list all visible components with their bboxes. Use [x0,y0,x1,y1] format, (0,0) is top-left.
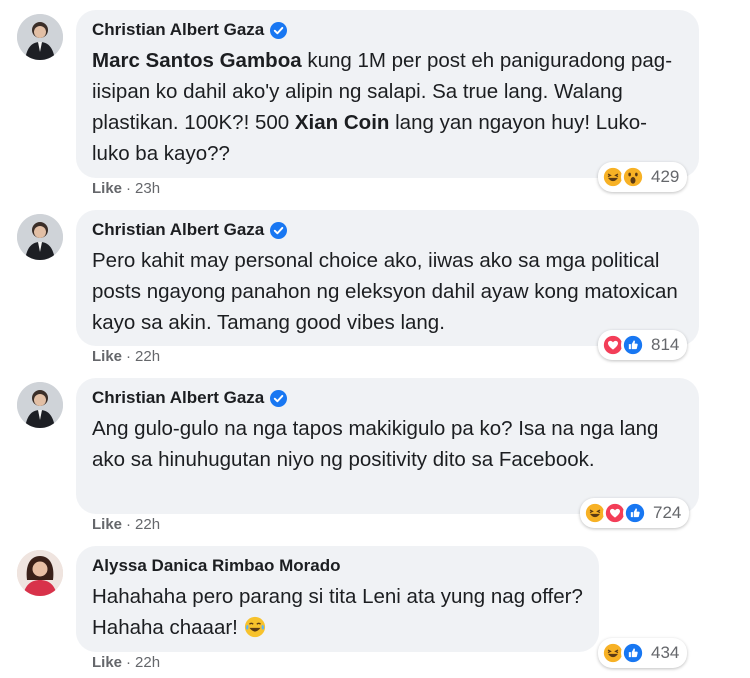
verified-badge-icon [270,221,288,239]
comment-bubble: Christian Albert Gaza Marc Santos Gamboa… [76,10,699,178]
timestamp[interactable]: 23h [135,180,160,198]
author-name[interactable]: Christian Albert Gaza [92,387,264,409]
comment-actions: Like · 22h [92,516,161,534]
comment-text: Ang gulo-gulo na nga tapos makikigulo pa… [92,417,659,471]
timestamp[interactable]: 22h [135,516,160,534]
comment-actions: Like · 22h [92,348,161,366]
author-name[interactable]: Alyssa Danica Rimbao Morado [92,555,340,577]
reaction-summary[interactable]: 814 [598,330,688,360]
like-button[interactable]: Like [92,516,122,534]
comment-bubble: Christian Albert Gaza Pero kahit may per… [76,210,699,346]
reaction-summary[interactable]: 434 [598,638,688,668]
author-avatar[interactable] [17,382,63,428]
reaction-count: 434 [651,643,680,662]
mention-link[interactable]: Xian Coin [295,111,390,134]
verified-badge-icon [270,389,288,407]
comment-actions: Like · 23h [92,180,161,198]
author-name[interactable]: Christian Albert Gaza [92,19,264,41]
comment-bubble: Christian Albert Gaza Ang gulo-gulo na n… [76,378,699,514]
author-avatar[interactable] [17,214,63,260]
author-avatar[interactable] [17,550,63,596]
timestamp[interactable]: 22h [135,348,160,366]
reaction-count: 429 [651,167,680,186]
like-button[interactable]: Like [92,348,122,366]
tears-of-joy-emoji-icon [244,616,265,638]
author-avatar[interactable] [17,14,63,60]
wow-icon [621,165,645,189]
reaction-summary[interactable]: 724 [580,498,690,528]
comment-text: Hahahaha pero parang si tita Leni ata yu… [92,585,583,639]
reaction-count: 724 [653,503,682,522]
like-icon [621,333,645,357]
like-button[interactable]: Like [92,654,122,672]
author-name[interactable]: Christian Albert Gaza [92,219,264,241]
comment-actions: Like · 22h [92,654,161,672]
reaction-count: 814 [651,335,680,354]
comment-bubble: Alyssa Danica Rimbao Morado Hahahaha per… [76,546,599,652]
reaction-summary[interactable]: 429 [598,162,688,192]
like-button[interactable]: Like [92,180,122,198]
mention-link[interactable]: Marc Santos Gamboa [92,49,302,72]
like-icon [623,501,647,525]
timestamp[interactable]: 22h [135,654,160,672]
comment-text: Pero kahit may personal choice ako, iiwa… [92,249,678,334]
comment-text: Marc Santos Gamboa kung 1M per post eh p… [92,49,673,165]
verified-badge-icon [270,21,288,39]
like-icon [621,641,645,665]
